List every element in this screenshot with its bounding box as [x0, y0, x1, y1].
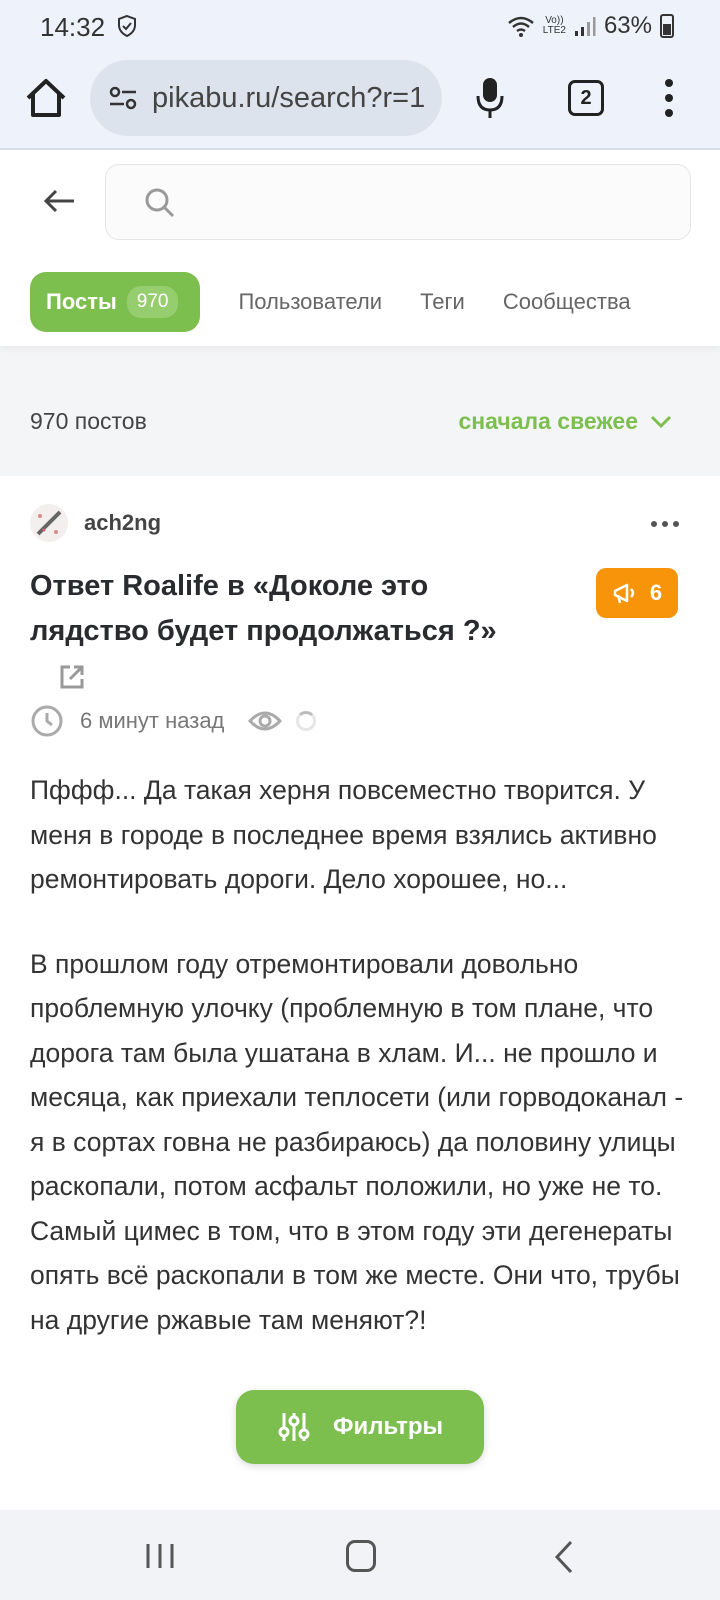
search-header: Посты 970 Пользователи Теги Сообщества: [0, 150, 720, 346]
rating-value: 6: [649, 580, 663, 605]
address-bar[interactable]: pikabu.ru/search?r=1: [90, 60, 442, 136]
filters-button[interactable]: Фильтры: [236, 1390, 484, 1464]
post-time: 6 минут назад: [80, 708, 225, 733]
status-bar: 14:32 Vo)) LTE2 63%: [0, 0, 720, 52]
post-card: ach2ng Ответ Roalife в «Доколе это лядст…: [0, 476, 720, 1510]
home-icon[interactable]: [24, 76, 68, 120]
post-author[interactable]: ach2ng: [84, 510, 161, 536]
recent-apps-icon[interactable]: [144, 1542, 176, 1570]
status-indicators: Vo)) LTE2 63%: [507, 12, 674, 40]
open-external-icon[interactable]: [58, 663, 86, 691]
search-field[interactable]: [105, 164, 691, 240]
rating-badge[interactable]: 6: [596, 568, 678, 618]
system-nav-bar: [0, 1510, 720, 1600]
site-settings-icon[interactable]: [108, 85, 138, 111]
post-title[interactable]: Ответ Roalife в «Доколе это лядство буде…: [30, 564, 550, 699]
results-count: 970 постов: [30, 408, 147, 434]
post-body: Пффф... Да такая херня повсеместно твори…: [30, 768, 700, 1382]
tab-posts-label: Посты: [46, 289, 117, 314]
tab-users[interactable]: Пользователи: [238, 289, 382, 315]
results-bar: 970 постов сначала свежее: [0, 346, 720, 476]
search-input[interactable]: [186, 179, 666, 227]
chevron-down-icon: [650, 415, 672, 428]
avatar-image: [30, 504, 68, 542]
url-text: pikabu.ru/search?r=1: [152, 81, 426, 114]
signal-icon: [574, 17, 596, 36]
status-time: 14:32: [40, 12, 106, 42]
nav-home-icon[interactable]: [346, 1540, 376, 1572]
search-icon: [145, 188, 175, 218]
tab-posts[interactable]: Посты 970: [30, 272, 201, 332]
shield-icon: [118, 14, 136, 38]
sort-label: сначала свежее: [458, 408, 638, 434]
microphone-icon[interactable]: [474, 74, 506, 122]
search-tabs: Посты 970 Пользователи Теги Сообщества: [30, 272, 631, 332]
post-meta: 6 минут назад: [30, 704, 317, 738]
sort-dropdown[interactable]: сначала свежее: [458, 408, 672, 435]
wifi-icon: [507, 16, 534, 37]
filters-label: Фильтры: [332, 1413, 444, 1440]
tab-posts-count: 970: [126, 286, 179, 318]
nav-back-icon[interactable]: [554, 1540, 574, 1574]
tab-communities[interactable]: Сообщества: [503, 289, 631, 315]
tab-tags[interactable]: Теги: [420, 289, 465, 315]
megaphone-icon: [613, 583, 635, 604]
back-arrow-icon[interactable]: [42, 186, 78, 216]
battery-icon: [660, 14, 674, 38]
avatar[interactable]: [30, 504, 68, 542]
views-loading-spinner: [296, 711, 317, 731]
post-paragraph: Пффф... Да такая херня повсеместно твори…: [30, 775, 657, 894]
post-title-text[interactable]: Ответ Roalife в «Доколе это лядство буде…: [30, 570, 497, 647]
filter-sliders-icon: [278, 1413, 310, 1441]
lte-indicator: Vo)) LTE2: [542, 15, 566, 36]
more-vert-icon[interactable]: [664, 78, 674, 118]
clock-icon: [31, 705, 63, 737]
eye-icon: [248, 711, 283, 731]
post-paragraph: В прошлом году отремонтировали довольно …: [30, 948, 684, 1335]
more-horiz-icon[interactable]: [650, 520, 680, 528]
battery-percent: 63%: [603, 12, 652, 39]
browser-toolbar: pikabu.ru/search?r=1 2: [0, 52, 720, 150]
tab-switcher-button[interactable]: 2: [568, 80, 604, 116]
